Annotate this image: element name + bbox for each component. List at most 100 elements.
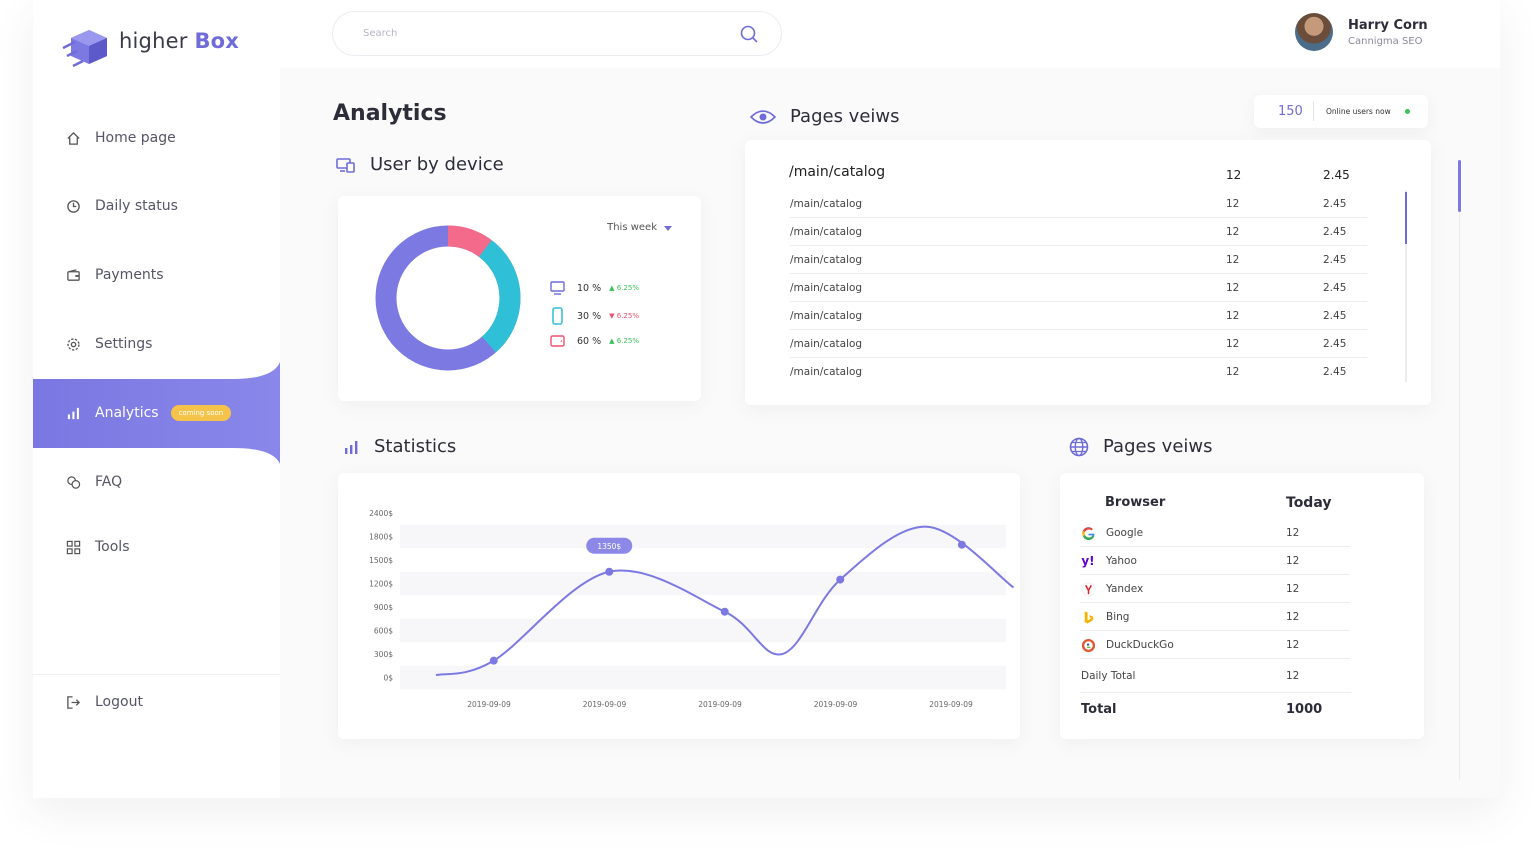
user-role: Cannigma SEO <box>1348 36 1423 47</box>
browser-value: 12 <box>1286 555 1300 567</box>
yandex-icon <box>1080 581 1096 597</box>
user-name: Harry Corn <box>1348 18 1428 33</box>
row-time: 2.45 <box>1323 310 1347 322</box>
table-row[interactable]: /main/catalog 12 2.45 <box>790 358 1367 386</box>
period-label: This week <box>607 222 657 233</box>
table-row[interactable]: /main/catalog 12 2.45 <box>790 246 1367 274</box>
browser-row-yahoo[interactable]: y! Yahoo 12 <box>1080 547 1350 575</box>
row-path: /main/catalog <box>790 338 863 350</box>
logout-button[interactable]: Logout <box>33 682 280 722</box>
sidebar-item-label: Analytics <box>95 405 159 421</box>
data-point <box>957 540 966 549</box>
browser-row-yandex[interactable]: Yandex 12 <box>1080 575 1350 603</box>
brand-logo[interactable]: higher Box <box>61 22 251 78</box>
sidebar-item-label: FAQ <box>95 474 123 490</box>
row-path: /main/catalog <box>790 254 863 266</box>
statistics-section-title: Statistics <box>344 436 456 457</box>
total-divider <box>1081 692 1351 693</box>
legend-change-value: 6.25% <box>616 337 639 345</box>
row-time: 2.45 <box>1323 338 1347 350</box>
browsers-section-title: Pages veiws <box>1069 436 1213 457</box>
y-tick-label: 2400$ <box>369 509 393 518</box>
sidebar-item-faq[interactable]: FAQ <box>33 462 280 502</box>
legend-change: ▼ 6.25% <box>609 312 639 320</box>
legend-pct: 60 % <box>577 335 602 347</box>
table-row[interactable]: /main/catalog 12 2.45 <box>790 302 1367 330</box>
grid-band <box>400 665 1006 690</box>
search-input[interactable]: Search <box>332 11 782 56</box>
wallet-icon <box>65 267 81 283</box>
online-status-dot <box>1405 109 1410 114</box>
avatar[interactable] <box>1295 13 1333 51</box>
device-card: This week 10 % ▲ 6.25% 30 % ▼ 6.25% 60 %… <box>338 196 701 401</box>
grid-icon <box>65 539 81 555</box>
grid-band <box>400 571 1006 596</box>
bar-chart-icon <box>65 405 81 421</box>
search-icon[interactable] <box>739 24 759 48</box>
table-row[interactable]: /main/catalog 12 2.45 <box>790 218 1367 246</box>
grid-band <box>400 618 1006 643</box>
device-section-title: User by device <box>336 154 504 175</box>
online-label: Online users now <box>1326 107 1391 116</box>
desktop-icon <box>550 281 565 295</box>
browser-value: 12 <box>1286 639 1300 651</box>
browser-name: DuckDuckGo <box>1106 639 1174 651</box>
device-donut-chart <box>375 225 521 371</box>
daily-total-label: Daily Total <box>1081 670 1136 682</box>
legend-change: ▲ 6.25% <box>609 337 639 345</box>
duckduckgo-icon <box>1080 637 1096 653</box>
data-point <box>489 656 498 665</box>
page-scrollbar-thumb[interactable] <box>1458 160 1461 212</box>
legend-phone: 30 % ▼ 6.25% <box>550 307 639 325</box>
row-time: 2.45 <box>1323 366 1347 378</box>
legend-change: ▲ 6.25% <box>609 284 639 292</box>
row-path: /main/catalog <box>790 226 863 238</box>
period-dropdown[interactable]: This week <box>607 222 673 233</box>
sidebar-item-payments[interactable]: Payments <box>33 255 280 295</box>
y-tick-label: 1200$ <box>369 580 393 589</box>
row-time: 2.45 <box>1323 226 1347 238</box>
table-row[interactable]: /main/catalog 12 2.45 <box>790 190 1367 218</box>
pageviews-title-text: Pages veiws <box>790 106 900 127</box>
online-users-widget: 150 Online users now <box>1254 95 1428 128</box>
browsers-col-today: Today <box>1286 495 1332 511</box>
browser-row-google[interactable]: Google 12 <box>1080 519 1350 547</box>
data-point <box>836 575 845 584</box>
sidebar-item-label: Settings <box>95 336 153 352</box>
y-tick-label: 0$ <box>383 674 393 683</box>
page-scrollbar-track[interactable] <box>1459 160 1460 780</box>
browser-name: Google <box>1106 527 1144 539</box>
x-tick-label: 2019-09-09 <box>929 700 973 709</box>
browsers-col-browser: Browser <box>1105 495 1166 510</box>
browser-row-duckduckgo[interactable]: DuckDuckGo 12 <box>1080 631 1350 659</box>
x-tick-label: 2019-09-09 <box>467 700 511 709</box>
sidebar: higher Box Home page Daily status Paymen… <box>33 0 280 798</box>
pageviews-header-count: 12 <box>1226 168 1242 182</box>
coming-soon-badge: coming soon <box>170 405 232 421</box>
legend-change-value: 6.25% <box>616 284 639 292</box>
series-line <box>435 525 1015 677</box>
browser-name: Bing <box>1106 611 1130 623</box>
sidebar-item-tools[interactable]: Tools <box>33 527 280 567</box>
search-placeholder: Search <box>363 28 398 39</box>
sidebar-item-home[interactable]: Home page <box>33 118 280 158</box>
browser-row-bing[interactable]: Bing 12 <box>1080 603 1350 631</box>
sidebar-item-analytics[interactable]: Analytics coming soon <box>33 393 280 433</box>
pageviews-header-time: 2.45 <box>1323 168 1350 182</box>
sidebar-item-settings[interactable]: Settings <box>33 324 280 364</box>
browser-value: 12 <box>1286 583 1300 595</box>
legend-change-value: 6.25% <box>616 312 639 320</box>
table-row[interactable]: /main/catalog 12 2.45 <box>790 330 1367 358</box>
x-tick-label: 2019-09-09 <box>583 700 627 709</box>
total-label: Total <box>1081 702 1117 717</box>
tooltip-label: 1350$ <box>597 542 621 551</box>
clock-icon <box>65 198 81 214</box>
browser-value: 12 <box>1286 527 1300 539</box>
legend-desktop: 10 % ▲ 6.25% <box>550 281 639 295</box>
row-time: 2.45 <box>1323 282 1347 294</box>
statistics-card: 2400$ 1800$ 1500$ 1200$ 900$ 600$ 300$ 0$ 2019-0… <box>338 473 1020 739</box>
sidebar-item-daily-status[interactable]: Daily status <box>33 186 280 226</box>
table-row[interactable]: /main/catalog 12 2.45 <box>790 274 1367 302</box>
table-scrollbar-thumb[interactable] <box>1405 192 1407 244</box>
device-title-text: User by device <box>370 154 504 175</box>
